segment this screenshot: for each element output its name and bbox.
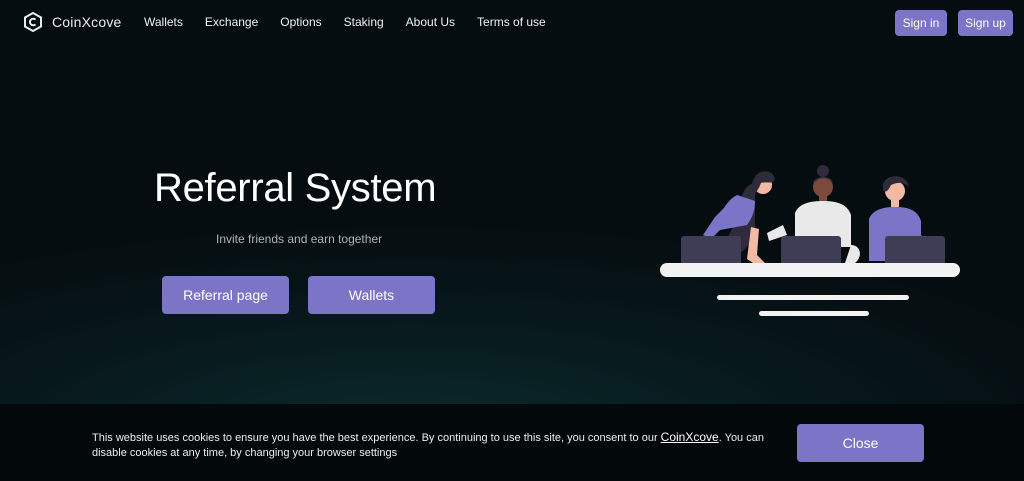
coinxcove-logo-icon bbox=[24, 12, 42, 32]
cookie-text-before: This website uses cookies to ensure you … bbox=[92, 432, 661, 444]
brand-logo[interactable]: CoinXcove bbox=[24, 12, 122, 32]
wallets-button[interactable]: Wallets bbox=[308, 276, 435, 314]
table-line-lower bbox=[759, 311, 869, 316]
nav-link-staking[interactable]: Staking bbox=[344, 15, 384, 29]
cookie-policy-link[interactable]: CoinXcove bbox=[661, 430, 719, 444]
page-title: Referral System bbox=[154, 166, 437, 210]
sign-up-button[interactable]: Sign up bbox=[958, 10, 1013, 36]
brand-name: CoinXcove bbox=[52, 14, 122, 30]
nav-link-terms[interactable]: Terms of use bbox=[477, 15, 546, 29]
referral-page-button[interactable]: Referral page bbox=[162, 276, 289, 314]
nav-link-exchange[interactable]: Exchange bbox=[205, 15, 258, 29]
nav-link-about-us[interactable]: About Us bbox=[406, 15, 455, 29]
cookie-close-button[interactable]: Close bbox=[797, 424, 924, 462]
page-subtitle: Invite friends and earn together bbox=[216, 232, 383, 246]
cookie-consent-bar: This website uses cookies to ensure you … bbox=[0, 404, 1024, 481]
cookie-message: This website uses cookies to ensure you … bbox=[92, 430, 782, 461]
nav-link-options[interactable]: Options bbox=[280, 15, 321, 29]
table-line-upper bbox=[717, 295, 909, 300]
team-working-at-laptops-illustration bbox=[660, 165, 960, 316]
nav-links: Wallets Exchange Options Staking About U… bbox=[144, 15, 568, 29]
nav-link-wallets[interactable]: Wallets bbox=[144, 15, 183, 29]
top-navbar: CoinXcove Wallets Exchange Options Staki… bbox=[0, 0, 1024, 46]
sign-in-button[interactable]: Sign in bbox=[895, 10, 947, 36]
table-top bbox=[660, 263, 960, 277]
